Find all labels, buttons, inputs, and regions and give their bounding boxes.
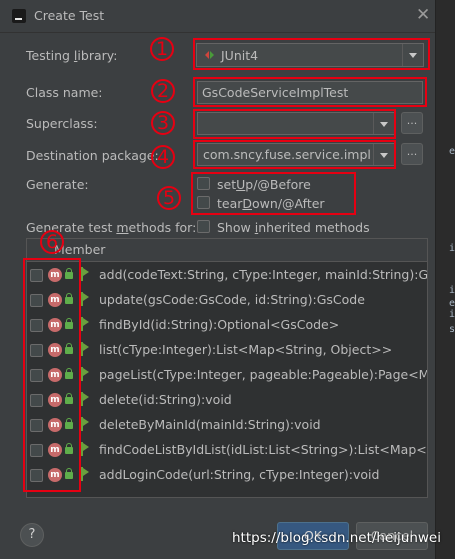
members-table-header[interactable]: Member: [27, 239, 427, 262]
method-signature: update(gsCode:GsCode, id:String):GsCode: [99, 292, 365, 307]
code-fragment: e: [449, 298, 455, 309]
superclass-label: Superclass:: [26, 116, 98, 131]
code-fragment: i: [449, 309, 455, 320]
close-icon[interactable]: ✕: [416, 5, 430, 25]
dialog-title: Create Test: [34, 8, 105, 23]
code-fragment: e: [449, 146, 455, 157]
method-signature: findById(id:String):Optional<GsCode>: [99, 317, 340, 332]
annotation-number: 1: [150, 37, 174, 61]
annotation-box-class-name: [193, 77, 427, 107]
annotation-number: 5: [157, 186, 181, 210]
table-row[interactable]: m deleteByMainId(mainId:String):void: [27, 413, 427, 438]
method-signature: addLoginCode(url:String, cType:Integer):…: [99, 467, 380, 482]
annotation-number: 2: [151, 79, 175, 103]
background-editor-strip: e i i e i s: [435, 0, 455, 559]
table-row[interactable]: m findById(id:String):Optional<GsCode>: [27, 313, 427, 338]
package-browse-button[interactable]: ...: [401, 143, 423, 165]
show-inherited-checkbox[interactable]: [197, 220, 210, 233]
table-row[interactable]: m list(cType:Integer):List<Map<String, Ob…: [27, 338, 427, 363]
code-fragment: s: [449, 324, 455, 335]
annotation-box-members: [23, 258, 81, 492]
method-signature: delete(id:String):void: [99, 392, 232, 407]
method-signature: pageList(cType:Integer, pageable:Pageabl…: [99, 367, 428, 382]
table-row[interactable]: m findCodeListByIdList(idList:List<String…: [27, 438, 427, 463]
code-fragment: i: [449, 243, 455, 254]
watermark: https://blog.csdn.net/heijunwei: [232, 530, 441, 546]
class-name-label: Class name:: [26, 85, 103, 100]
annotation-box-generate: [191, 172, 356, 215]
table-row[interactable]: m addLoginCode(url:String, cType:Integer)…: [27, 463, 427, 488]
annotation-number: 6: [40, 230, 64, 254]
generate-label: Generate:: [26, 177, 89, 192]
testing-library-label: Testing library:: [26, 48, 118, 63]
members-table[interactable]: Member m add(codeText:String, cType:Integ…: [26, 238, 428, 498]
annotation-box-superclass: [193, 109, 396, 139]
method-signature: add(codeText:String, cType:Integer, main…: [99, 267, 428, 282]
table-row[interactable]: m update(gsCode:GsCode, id:String):GsCode: [27, 288, 427, 313]
table-row[interactable]: m pageList(cType:Integer, pageable:Pageab…: [27, 363, 427, 388]
annotation-box-package: [193, 140, 396, 169]
table-row[interactable]: m add(codeText:String, cType:Integer, mai…: [27, 263, 427, 288]
method-signature: deleteByMainId(mainId:String):void: [99, 417, 321, 432]
help-button[interactable]: ?: [20, 523, 44, 547]
annotation-box-library: [193, 38, 430, 70]
intellij-app-icon: [12, 9, 26, 23]
show-inherited-label[interactable]: Show inherited methods: [217, 220, 370, 235]
destination-package-label: Destination package:: [26, 148, 159, 163]
code-fragment: i: [449, 285, 455, 296]
method-signature: list(cType:Integer):List<Map<String, Obj…: [99, 342, 393, 357]
method-signature: findCodeListByIdList(idList:List<String>…: [99, 442, 428, 457]
annotation-number: 3: [151, 111, 175, 135]
superclass-browse-button[interactable]: ...: [401, 112, 423, 134]
annotation-number: 4: [151, 145, 175, 169]
table-row[interactable]: m delete(id:String):void: [27, 388, 427, 413]
